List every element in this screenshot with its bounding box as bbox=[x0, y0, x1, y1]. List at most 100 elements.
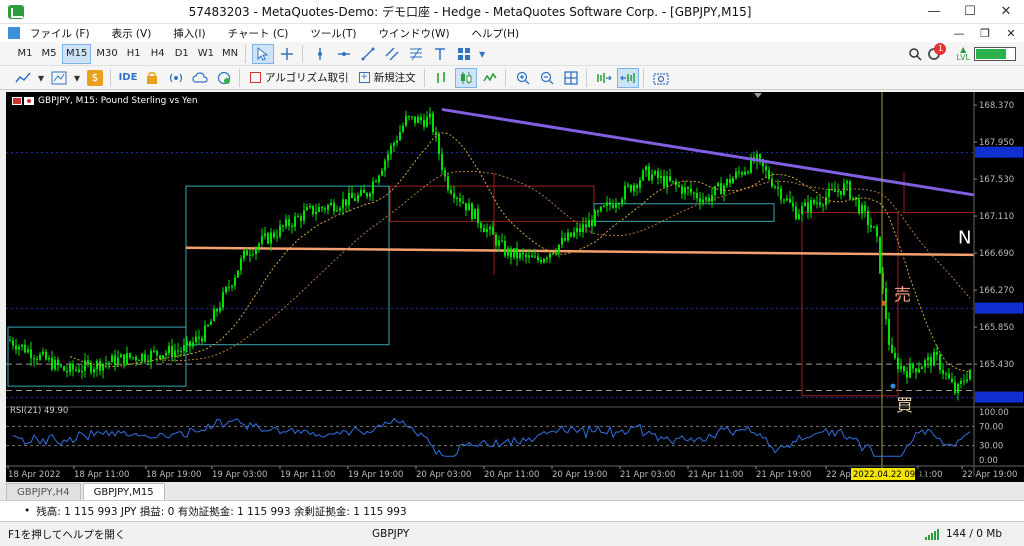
tile-windows-icon[interactable] bbox=[560, 68, 582, 88]
candle-body bbox=[69, 363, 71, 373]
candle-body bbox=[393, 142, 395, 146]
chart-restore-button[interactable]: ❐ bbox=[972, 27, 998, 40]
menu-file[interactable]: ファイル (F) bbox=[30, 26, 90, 41]
candle-body bbox=[198, 336, 200, 339]
zoom-in-icon[interactable] bbox=[512, 68, 534, 88]
trendline-icon[interactable] bbox=[357, 44, 379, 64]
horizontal-line-icon[interactable] bbox=[333, 44, 355, 64]
new-order-button[interactable]: + 新規注文 bbox=[355, 68, 420, 88]
candle-body bbox=[726, 179, 728, 186]
candle-body bbox=[378, 175, 380, 182]
shapes-icon[interactable] bbox=[453, 44, 475, 64]
algo-trading-button[interactable]: アルゴリズム取引 bbox=[246, 68, 353, 88]
price-chart[interactable]: 売買 N 168.370 167.950 167.530 167.110 166.690 16… bbox=[6, 92, 1024, 482]
tf-mn-button[interactable]: MN bbox=[219, 44, 241, 64]
candle-body bbox=[522, 252, 524, 255]
candle-body bbox=[225, 287, 227, 293]
price-tick-label: 168.370 bbox=[979, 101, 1014, 111]
channel-icon[interactable] bbox=[381, 44, 403, 64]
tf-m5-button[interactable]: M5 bbox=[38, 44, 60, 64]
vertical-line-icon[interactable] bbox=[309, 44, 331, 64]
candle-body bbox=[78, 369, 80, 373]
time-tick-label: 22 Apr bbox=[826, 470, 855, 480]
tf-d1-button[interactable]: D1 bbox=[171, 44, 193, 64]
shapes-dropdown-icon[interactable]: ▾ bbox=[477, 44, 487, 64]
zoom-out-icon[interactable] bbox=[536, 68, 558, 88]
maximize-button[interactable]: ☐ bbox=[952, 0, 988, 24]
toolbar-separator bbox=[423, 68, 425, 87]
chart-close-button[interactable]: ✕ bbox=[998, 27, 1024, 40]
search-icon[interactable] bbox=[904, 44, 926, 64]
chart-window[interactable]: 売買 N 168.370 167.950 167.530 167.110 166.690 16… bbox=[6, 92, 1024, 482]
chart-type-dropdown-icon[interactable]: ▾ bbox=[36, 68, 46, 88]
notifications-icon[interactable]: 1 bbox=[926, 42, 947, 63]
tab-gbpjpy-m15[interactable]: GBPJPY,M15 bbox=[82, 483, 165, 500]
vps-icon[interactable] bbox=[213, 68, 235, 88]
candle-body bbox=[108, 362, 110, 364]
tf-m30-button[interactable]: M30 bbox=[93, 44, 120, 64]
signal-level-icon[interactable]: ▲ LVL bbox=[956, 45, 970, 62]
tab-gbpjpy-h4[interactable]: GBPJPY,H4 bbox=[6, 483, 81, 500]
tf-h4-button[interactable]: H4 bbox=[147, 44, 169, 64]
crosshair-icon[interactable] bbox=[276, 44, 298, 64]
menu-help[interactable]: ヘルプ(H) bbox=[472, 26, 520, 41]
candle-body bbox=[723, 185, 725, 195]
candle-body bbox=[12, 340, 14, 346]
tf-w1-button[interactable]: W1 bbox=[195, 44, 217, 64]
signals-icon[interactable] bbox=[165, 68, 187, 88]
cursor-arrow-icon[interactable] bbox=[252, 43, 275, 64]
chart-minimize-button[interactable]: — bbox=[946, 27, 972, 40]
line-chart-icon[interactable] bbox=[479, 68, 501, 88]
tf-m15-button[interactable]: M15 bbox=[62, 43, 92, 64]
candle-body bbox=[849, 181, 851, 199]
indicators-icon[interactable] bbox=[48, 68, 70, 88]
candlestick-icon[interactable] bbox=[454, 67, 477, 88]
candle-body bbox=[864, 205, 866, 212]
candle-body bbox=[822, 204, 824, 206]
bar-chart-icon[interactable] bbox=[431, 68, 453, 88]
candle-body bbox=[951, 378, 953, 383]
tf-m1-button[interactable]: M1 bbox=[14, 44, 36, 64]
tf-h1-button[interactable]: H1 bbox=[123, 44, 145, 64]
price-tick-label: 167.110 bbox=[979, 212, 1014, 222]
candle-body bbox=[48, 357, 50, 360]
time-tick-label: 19 Apr 19:00 bbox=[348, 470, 403, 480]
moving-average-slow bbox=[159, 170, 971, 361]
autoscroll-icon[interactable] bbox=[616, 67, 639, 88]
menu-view[interactable]: 表示 (V) bbox=[112, 26, 152, 41]
candle-body bbox=[75, 369, 77, 371]
fibonacci-icon[interactable] bbox=[405, 44, 427, 64]
metatrader-logo-icon bbox=[8, 4, 24, 19]
ide-button[interactable]: IDE bbox=[117, 68, 139, 88]
price-tick-label: 166.270 bbox=[979, 286, 1014, 296]
candle-body bbox=[681, 186, 683, 194]
chart-tabs: GBPJPY,H4 GBPJPY,M15 bbox=[0, 482, 1024, 500]
market-dollar-icon[interactable]: $ bbox=[84, 68, 106, 88]
sell-label: 売 bbox=[894, 286, 911, 306]
chart-toolbar: ▾ ▾ $ IDE アルゴリズム取引 + 新規注文 bbox=[0, 66, 1024, 90]
candle-body bbox=[39, 354, 41, 360]
text-tool-icon[interactable] bbox=[429, 44, 451, 64]
indicators-dropdown-icon[interactable]: ▾ bbox=[72, 68, 82, 88]
menu-tools[interactable]: ツール(T) bbox=[310, 26, 356, 41]
connection-battery bbox=[974, 46, 1016, 61]
candle-body bbox=[906, 371, 908, 378]
candle-body bbox=[90, 362, 92, 373]
menu-window[interactable]: ウインドウ(W) bbox=[378, 26, 449, 41]
cloud-icon[interactable] bbox=[189, 68, 211, 88]
chart-type-icon[interactable] bbox=[12, 68, 34, 88]
shop-bag-icon[interactable] bbox=[141, 68, 163, 88]
menu-chart[interactable]: チャート (C) bbox=[228, 26, 289, 41]
chart-window-icon[interactable] bbox=[8, 27, 20, 39]
chart-shift-icon[interactable] bbox=[593, 68, 615, 88]
menu-insert[interactable]: 挿入(I) bbox=[173, 26, 205, 41]
candle-body bbox=[345, 199, 347, 206]
candle-body bbox=[618, 203, 620, 205]
candle-body bbox=[408, 116, 410, 118]
time-tick-label: 20 Apr 03:00 bbox=[416, 470, 471, 480]
candle-body bbox=[477, 208, 479, 224]
minimize-button[interactable]: — bbox=[916, 0, 952, 24]
screenshot-camera-icon[interactable] bbox=[650, 68, 672, 88]
close-button[interactable]: ✕ bbox=[988, 0, 1024, 24]
candle-body bbox=[705, 197, 707, 200]
